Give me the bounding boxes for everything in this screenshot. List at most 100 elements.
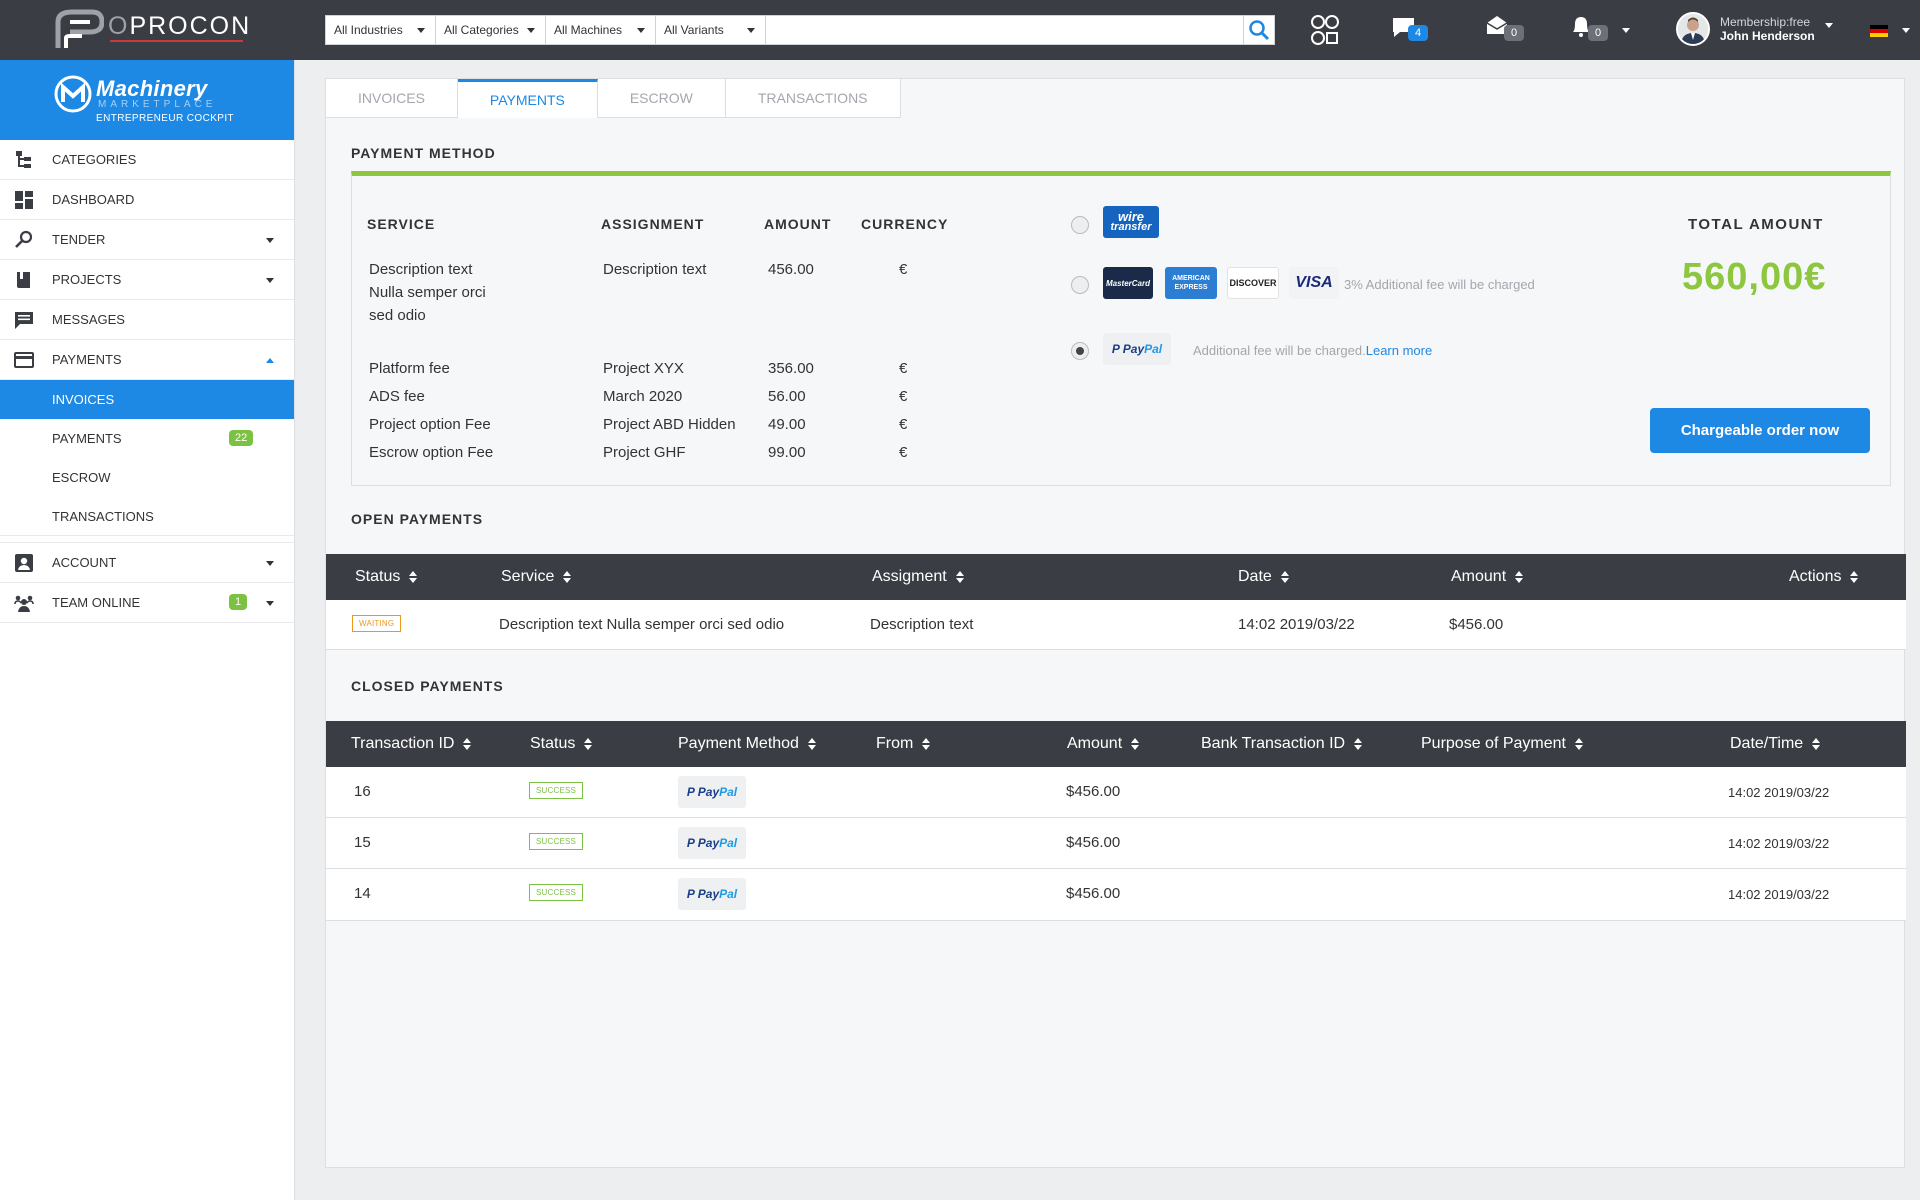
- status-badge: WAITING: [352, 615, 402, 632]
- service-column-header[interactable]: Service: [501, 568, 572, 586]
- sidebar-item-account[interactable]: ACCOUNT: [0, 543, 294, 583]
- from-column-header[interactable]: From: [876, 735, 931, 753]
- amount-cell: 456.00: [768, 261, 814, 278]
- fee-service-cell: Escrow option Fee: [369, 444, 494, 461]
- status-column-header[interactable]: Status: [355, 568, 418, 586]
- german-flag-icon[interactable]: [1870, 25, 1888, 37]
- sort-icon: [1850, 571, 1859, 583]
- visa-logo: VISA: [1289, 267, 1339, 299]
- sidebar-item-categories[interactable]: CATEGORIES: [0, 140, 294, 180]
- currency-header: CURRENCY: [861, 216, 949, 232]
- account-icon: [15, 554, 33, 572]
- sidebar-item-messages[interactable]: MESSAGES: [0, 300, 294, 340]
- chat-count-badge: 4: [1408, 25, 1428, 41]
- assignment-cell: Description text: [870, 616, 974, 633]
- paypal-logo: P PayPal: [1103, 333, 1171, 365]
- sidebar-subitem-label: ESCROW: [52, 470, 111, 485]
- fee-currency-cell: €: [899, 444, 908, 461]
- sort-icon: [955, 571, 964, 583]
- paypal-fee-note: Additional fee will be charged.Learn mor…: [1193, 343, 1433, 358]
- tab-payments[interactable]: PAYMENTS: [457, 79, 598, 118]
- payment-method-column-header[interactable]: Payment Method: [678, 735, 816, 753]
- sidebar-subitem-label: TRANSACTIONS: [52, 508, 154, 524]
- brand-tagline: ENTREPRENEUR COCKPIT: [96, 113, 235, 124]
- industry-filter[interactable]: All Industries: [325, 15, 435, 45]
- search-input[interactable]: [765, 15, 1243, 45]
- credit-card-radio[interactable]: [1071, 276, 1089, 294]
- payment-method-panel: SERVICE ASSIGNMENT AMOUNT CURRENCY Descr…: [351, 171, 1891, 486]
- chargeable-order-button[interactable]: Chargeable order now: [1650, 408, 1870, 453]
- category-filter[interactable]: All Categories: [435, 15, 545, 45]
- sidebar-item-tender[interactable]: TENDER: [0, 220, 294, 260]
- status-column-header[interactable]: Status: [530, 735, 593, 753]
- sidebar-subitem-label: PAYMENTS: [52, 431, 122, 446]
- closed-payments-header-row: Transaction ID Status Payment Method Fro…: [326, 721, 1906, 767]
- sidebar-subitem-label: INVOICES: [52, 392, 115, 407]
- sidebar-item-label: ACCOUNT: [52, 555, 117, 570]
- table-row[interactable]: 14 SUCCESS P PayPal $456.00 14:02 2019/0…: [326, 869, 1906, 921]
- chevron-down-icon: [417, 27, 425, 33]
- date-column-header[interactable]: Date: [1238, 568, 1289, 586]
- fee-amount-cell: 356.00: [768, 360, 814, 377]
- team-online-count-badge: 1: [229, 594, 248, 610]
- table-row[interactable]: WAITING Description text Nulla semper or…: [326, 600, 1906, 650]
- oprocon-logo[interactable]: OPROCON: [52, 8, 251, 52]
- machinery-brand[interactable]: Machinery MARKETPLACE ENTREPRENEUR COCKP…: [0, 60, 294, 140]
- assignment-column-header[interactable]: Assigment: [872, 568, 964, 586]
- transaction-id-column-header[interactable]: Transaction ID: [351, 735, 472, 753]
- sidebar-subitem-escrow[interactable]: ESCROW: [0, 458, 294, 497]
- date-cell: 14:02 2019/03/22: [1238, 616, 1355, 633]
- chevron-down-icon: [637, 27, 645, 33]
- sidebar-item-label: PAYMENTS: [52, 352, 122, 367]
- variant-filter[interactable]: All Variants: [655, 15, 765, 45]
- tab-escrow[interactable]: ESCROW: [597, 79, 726, 118]
- currency-cell: €: [899, 261, 908, 278]
- sidebar-item-dashboard[interactable]: DASHBOARD: [0, 180, 294, 220]
- paypal-radio[interactable]: [1071, 342, 1089, 360]
- sort-icon: [1354, 738, 1363, 750]
- sidebar-subitem-payments[interactable]: PAYMENTS 22: [0, 419, 294, 458]
- datetime-column-header[interactable]: Date/Time: [1730, 735, 1821, 753]
- transaction-id-cell: 15: [354, 834, 371, 851]
- fee-currency-cell: €: [899, 388, 908, 405]
- tab-invoices[interactable]: INVOICES: [326, 79, 458, 118]
- logo-underline: [110, 40, 243, 42]
- actions-column-header[interactable]: Actions: [1789, 568, 1859, 586]
- table-row[interactable]: 16 SUCCESS P PayPal $456.00 14:02 2019/0…: [326, 767, 1906, 818]
- sidebar-subitem-invoices[interactable]: INVOICES: [0, 380, 294, 419]
- chevron-down-icon: [747, 27, 755, 33]
- notifications-dropdown-icon[interactable]: [1622, 28, 1630, 33]
- tab-transactions[interactable]: TRANSACTIONS: [725, 79, 901, 118]
- service-cell: Description text Nulla semper orci sed o…: [369, 261, 486, 324]
- table-row[interactable]: 15 SUCCESS P PayPal $456.00 14:02 2019/0…: [326, 818, 1906, 869]
- user-menu[interactable]: Membership:free John Henderson: [1676, 12, 1833, 46]
- book-icon: [17, 272, 30, 288]
- chevron-down-icon: [266, 601, 274, 606]
- machine-filter[interactable]: All Machines: [545, 15, 655, 45]
- chat-icon: [15, 312, 33, 329]
- amount-cell: $456.00: [1066, 834, 1121, 851]
- amount-column-header[interactable]: Amount: [1451, 568, 1524, 586]
- sidebar-item-payments[interactable]: PAYMENTS: [0, 340, 294, 380]
- status-badge: SUCCESS: [529, 884, 584, 901]
- total-amount-label: TOTAL AMOUNT: [1688, 216, 1824, 233]
- datetime-cell: 14:02 2019/03/22: [1728, 785, 1830, 800]
- amount-column-header[interactable]: Amount: [1067, 735, 1140, 753]
- purpose-column-header[interactable]: Purpose of Payment: [1421, 735, 1583, 753]
- oprocon-wordmark: OPROCON: [108, 11, 252, 40]
- datetime-cell: 14:02 2019/03/22: [1728, 836, 1830, 851]
- language-dropdown-icon[interactable]: [1902, 28, 1910, 33]
- machines-icon[interactable]: [1308, 14, 1342, 48]
- chevron-up-icon: [266, 358, 274, 363]
- sidebar-subitem-transactions[interactable]: TRANSACTIONS: [0, 497, 294, 536]
- bank-transaction-id-column-header[interactable]: Bank Transaction ID: [1201, 735, 1363, 753]
- sidebar-item-projects[interactable]: PROJECTS: [0, 260, 294, 300]
- sidebar-item-label: MESSAGES: [52, 312, 125, 327]
- chevron-down-icon: [527, 27, 535, 33]
- sort-icon: [1280, 571, 1289, 583]
- sidebar-item-team-online[interactable]: TEAM ONLINE 1: [0, 583, 294, 623]
- user-name: John Henderson: [1720, 29, 1815, 43]
- search-button[interactable]: [1243, 15, 1275, 45]
- learn-more-link[interactable]: Learn more: [1366, 343, 1432, 358]
- wire-transfer-radio[interactable]: [1071, 216, 1089, 234]
